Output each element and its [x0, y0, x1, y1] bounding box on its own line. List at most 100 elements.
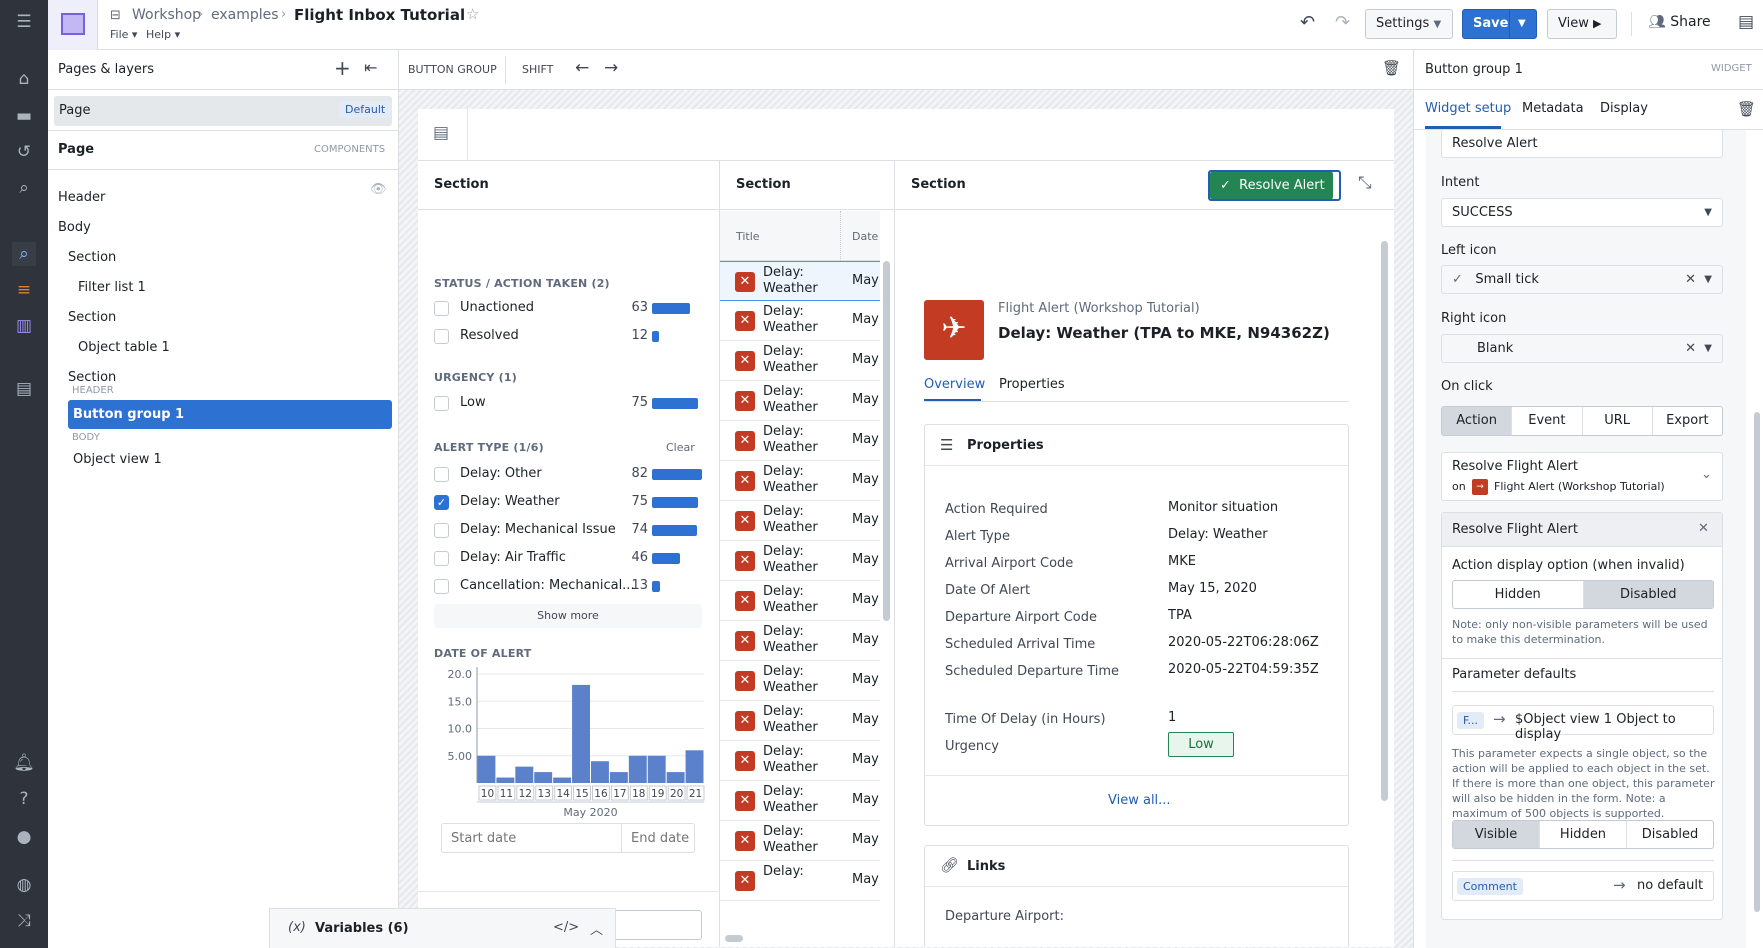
table-row[interactable]: ✕ Delay: Weather May: [720, 741, 880, 781]
histogram-bar[interactable]: [647, 755, 666, 783]
clear-icon[interactable]: ✕: [1685, 335, 1696, 362]
help-icon[interactable]: ?: [12, 787, 36, 811]
table-row[interactable]: ✕ Delay: Weather May: [720, 581, 880, 621]
show-more-button[interactable]: Show more: [434, 604, 702, 628]
histogram-bar[interactable]: [572, 684, 590, 783]
filter-option-label[interactable]: Resolved: [460, 328, 519, 343]
histogram-bar[interactable]: [628, 755, 647, 783]
histogram-bar[interactable]: [534, 772, 553, 783]
layer-item[interactable]: Section: [68, 370, 116, 385]
layer-item[interactable]: Section: [68, 310, 116, 325]
filter-option-label[interactable]: Low: [460, 395, 486, 410]
filter-checkbox[interactable]: [434, 329, 449, 344]
histogram-bar[interactable]: [685, 750, 704, 783]
display-disabled[interactable]: Disabled: [1583, 581, 1713, 608]
home-icon[interactable]: ⌂: [12, 67, 36, 91]
right-icon-select[interactable]: Blank ✕ ▼: [1441, 334, 1723, 363]
filter-option-label[interactable]: Unactioned: [460, 300, 534, 315]
account-icon[interactable]: ●: [12, 825, 36, 849]
save-options-button[interactable]: ▼: [1509, 9, 1537, 39]
filter-option-label[interactable]: Delay: Air Traffic: [460, 550, 566, 565]
minimize-icon[interactable]: ⤡: [1358, 173, 1372, 193]
filter-checkbox[interactable]: [434, 551, 449, 566]
files-icon[interactable]: ▤: [12, 377, 36, 401]
table-row[interactable]: ✕ Delay: Weather May: [720, 661, 880, 701]
table-row[interactable]: ✕ Delay: Weather May: [720, 701, 880, 741]
breadcrumb-examples[interactable]: examples: [211, 7, 279, 23]
table-row[interactable]: ✕ Delay: Weather May: [720, 421, 880, 461]
table-row[interactable]: ✕ Delay: Weather May: [720, 301, 880, 341]
histogram-bar[interactable]: [553, 777, 572, 783]
action-select[interactable]: Resolve Flight Alert on → Flight Alert (…: [1441, 452, 1723, 501]
histogram-bar[interactable]: [515, 766, 534, 783]
filter-checkbox[interactable]: ✓: [434, 495, 449, 510]
star-icon[interactable]: ☆: [466, 5, 479, 23]
on-click-export[interactable]: Export: [1653, 407, 1722, 435]
layer-item[interactable]: Object table 1: [78, 340, 170, 355]
visibility-hidden[interactable]: Hidden: [1540, 821, 1627, 848]
layer-item-button-group-1[interactable]: Button group 1: [68, 400, 392, 429]
filter-checkbox[interactable]: [434, 301, 449, 316]
collapse-list-icon[interactable]: ⇤: [364, 58, 377, 77]
delete-icon[interactable]: 🗑︎: [1737, 100, 1756, 118]
table-row[interactable]: ✕ Delay: Weather May: [720, 781, 880, 821]
column-divider[interactable]: [840, 211, 841, 261]
undo-icon[interactable]: ↶: [1300, 12, 1315, 33]
add-page-icon[interactable]: +: [334, 56, 351, 80]
start-date-input[interactable]: [442, 824, 622, 852]
table-scrollbar[interactable]: [883, 261, 890, 621]
resolve-alert-button[interactable]: ✓ Resolve Alert: [1210, 172, 1333, 199]
table-row[interactable]: ✕ Delay: Weather May: [720, 461, 880, 501]
filter-checkbox[interactable]: [434, 396, 449, 411]
file-menu[interactable]: File ▾: [110, 28, 137, 41]
toggle-panel-icon[interactable]: ▤: [1738, 12, 1754, 32]
layer-item[interactable]: Filter list 1: [78, 280, 146, 295]
table-row[interactable]: ✕ Delay: Weather May: [720, 821, 880, 861]
histogram-bar[interactable]: [477, 755, 496, 783]
button-group-placeholder[interactable]: ▤: [418, 109, 468, 161]
date-histogram[interactable]: 20.0 15.0 10.0 5.00 10 11 12 13 14 15 16 17 18 19 20 21…: [430, 661, 720, 821]
search-icon[interactable]: ⌕: [12, 176, 36, 200]
filter-app-icon[interactable]: ≡: [12, 278, 36, 302]
menu-icon[interactable]: ☰: [12, 10, 36, 34]
object-search-icon[interactable]: ⌕: [12, 242, 36, 266]
layer-item-object-view-1[interactable]: Object view 1: [73, 452, 162, 467]
table-row[interactable]: ✕ Delay: Weather May: [720, 261, 880, 301]
code-icon[interactable]: </>: [553, 920, 579, 935]
left-icon-select[interactable]: ✓ Small tick ✕ ▼: [1441, 265, 1723, 294]
panel-scrollbar[interactable]: [1754, 412, 1760, 912]
notifications-icon[interactable]: 🔔︎: [12, 751, 36, 775]
page-row[interactable]: Page Default: [54, 96, 392, 126]
button-text-input[interactable]: Resolve Alert: [1441, 129, 1723, 158]
shift-right-icon[interactable]: →: [604, 58, 618, 78]
parameter-row[interactable]: F... → $Object view 1 Object to display: [1452, 705, 1714, 742]
table-row[interactable]: ✕ Delay: Weather May: [720, 341, 880, 381]
folder-icon[interactable]: ▬: [12, 104, 36, 128]
filter-checkbox[interactable]: [434, 523, 449, 538]
table-row[interactable]: ✕ Delay: May: [720, 861, 880, 901]
table-row[interactable]: ✕ Delay: Weather May: [720, 621, 880, 661]
intent-select[interactable]: SUCCESS ▼: [1441, 198, 1723, 227]
help-menu[interactable]: Help ▾: [146, 28, 180, 41]
shift-left-icon[interactable]: ←: [575, 58, 589, 78]
widget-name[interactable]: Button group 1: [1425, 62, 1523, 77]
close-icon[interactable]: ✕: [1698, 521, 1709, 536]
breadcrumb-workshop[interactable]: Workshop: [132, 7, 201, 23]
view-all-link[interactable]: View all...: [1108, 793, 1171, 808]
histogram-bar[interactable]: [666, 772, 685, 783]
filter-checkbox[interactable]: [434, 579, 449, 594]
filter-option-label[interactable]: Delay: Other: [460, 466, 542, 481]
comment-parameter-row[interactable]: Comment → no default: [1452, 871, 1714, 901]
histogram-bar[interactable]: [591, 761, 609, 783]
histogram-bar[interactable]: [609, 772, 628, 783]
layer-item[interactable]: Header: [58, 190, 105, 205]
tab-widget-setup[interactable]: Widget setup: [1425, 101, 1511, 116]
chart-app-icon[interactable]: ▥: [12, 314, 36, 338]
share-button[interactable]: 👥︎ Share: [1648, 14, 1711, 30]
display-hidden[interactable]: Hidden: [1453, 581, 1584, 608]
tab-overview[interactable]: Overview: [924, 377, 985, 392]
column-header-date[interactable]: Date: [852, 230, 878, 243]
settings-button[interactable]: Settings ▼: [1365, 9, 1453, 39]
save-button[interactable]: Save: [1462, 9, 1510, 39]
filter-option-label[interactable]: Cancellation: Mechanical...: [460, 578, 635, 593]
